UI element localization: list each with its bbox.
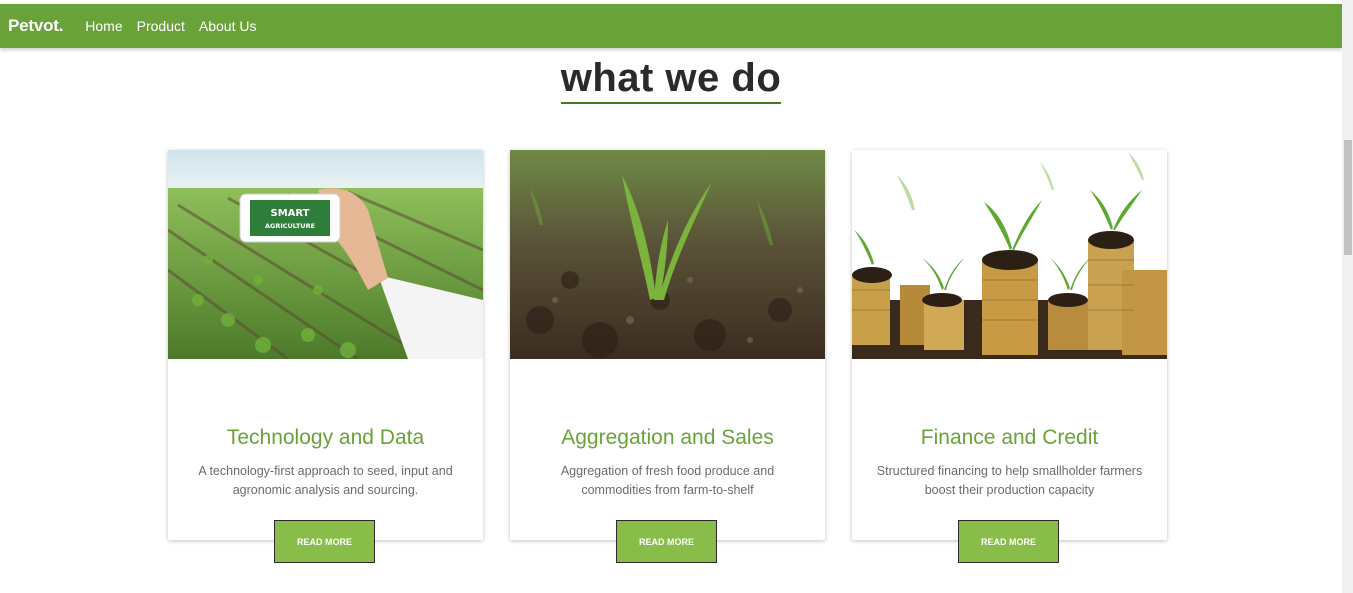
read-more-button[interactable]: READ MORE: [958, 520, 1059, 563]
read-more-button[interactable]: READ MORE: [274, 520, 375, 563]
card-description: A technology-first approach to seed, inp…: [198, 464, 453, 497]
card-title: Technology and Data: [226, 426, 425, 449]
card-title: Aggregation and Sales: [561, 426, 774, 449]
card-description: Structured financing to help smallholder…: [876, 464, 1143, 497]
phone-text-smart: SMART: [271, 208, 310, 219]
card-description: Aggregation of fresh food produce and co…: [560, 464, 775, 497]
card-aggregation-and-sales: Aggregation and Sales Aggregation of fre…: [510, 150, 825, 563]
card-image-smart-agriculture: SMART AGRICULTURE: [168, 150, 483, 359]
card-technology-and-data: SMART AGRICULTURE Technology and Data A …: [168, 150, 483, 563]
card-image-coin-stacks: [852, 150, 1167, 359]
phone-text-agriculture: AGRICULTURE: [265, 222, 315, 230]
nav-link-about-us[interactable]: About Us: [199, 18, 257, 34]
brand-logo[interactable]: Petvot.: [8, 16, 63, 36]
card-title: Finance and Credit: [920, 426, 1099, 449]
navbar: Petvot. Home Product About Us: [0, 4, 1342, 48]
nav-link-product[interactable]: Product: [137, 18, 185, 34]
read-more-button[interactable]: READ MORE: [616, 520, 717, 563]
page-scrollbar[interactable]: [1342, 0, 1353, 593]
section-title: what we do: [560, 54, 782, 104]
scrollbar-thumb[interactable]: [1344, 140, 1352, 255]
nav-link-home[interactable]: Home: [85, 18, 122, 34]
card-image-seedling: [510, 150, 825, 359]
section-header: what we do: [0, 54, 1342, 104]
card-finance-and-credit: Finance and Credit Structured financing …: [852, 150, 1167, 563]
